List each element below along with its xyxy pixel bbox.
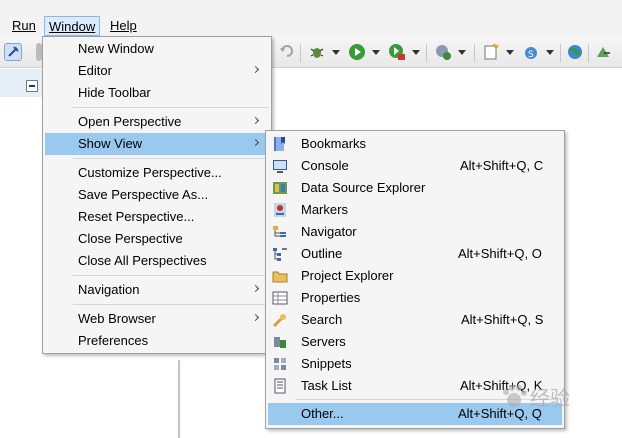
- view-item-navigator[interactable]: Navigator: [268, 221, 562, 243]
- menu-separator: [73, 107, 269, 108]
- toolbar-separator: [474, 44, 475, 62]
- menu-item-customize-perspective[interactable]: Customize Perspective...: [45, 162, 269, 184]
- chevron-right-icon: [251, 313, 260, 322]
- task-list-icon: [274, 378, 286, 394]
- menu-separator: [73, 304, 269, 305]
- search-icon: [272, 314, 286, 328]
- menu-item-new-window[interactable]: New Window: [45, 38, 269, 60]
- globe-icon[interactable]: [566, 43, 584, 61]
- view-item-bookmarks[interactable]: Bookmarks: [268, 133, 562, 155]
- menu-run[interactable]: Run: [8, 16, 40, 36]
- menu-window[interactable]: Window: [44, 16, 101, 36]
- run-dropdown-icon[interactable]: [372, 50, 380, 55]
- menu-bar: Run Window Help: [0, 0, 622, 36]
- run-external-dropdown-icon[interactable]: [412, 50, 420, 55]
- view-item-console[interactable]: Console Alt+Shift+Q, C: [268, 155, 562, 177]
- snippets-icon: [274, 358, 286, 370]
- view-item-servers[interactable]: Servers: [268, 331, 562, 353]
- watermark-text: 经验: [530, 386, 570, 410]
- servers-icon: [274, 337, 286, 348]
- paw-icon: [503, 385, 527, 407]
- menu-item-navigation[interactable]: Navigation: [45, 279, 269, 301]
- markers-icon: [274, 203, 286, 217]
- menu-item-close-perspective[interactable]: Close Perspective: [45, 228, 269, 250]
- toolbar-separator: [426, 44, 427, 62]
- menu-separator: [73, 275, 269, 276]
- view-item-outline[interactable]: Outline Alt+Shift+Q, O: [268, 243, 562, 265]
- pin-icon[interactable]: [4, 43, 22, 61]
- run-external-icon[interactable]: [388, 43, 406, 61]
- new-class-icon[interactable]: S: [522, 43, 540, 61]
- view-item-snippets[interactable]: Snippets: [268, 353, 562, 375]
- server-icon[interactable]: [434, 43, 452, 61]
- perspective-icon[interactable]: [594, 43, 612, 61]
- debug-icon[interactable]: [308, 43, 326, 61]
- watermark-logo: 经验: [500, 380, 612, 420]
- menu-item-preferences[interactable]: Preferences: [45, 330, 269, 352]
- svg-text:S: S: [528, 50, 534, 60]
- properties-icon: [272, 291, 288, 305]
- toolbar-separator: [588, 44, 589, 62]
- menu-item-reset-perspective[interactable]: Reset Perspective...: [45, 206, 269, 228]
- new-file-dropdown-icon[interactable]: [506, 50, 514, 55]
- chevron-right-icon: [251, 138, 260, 147]
- console-icon: [273, 160, 287, 173]
- menu-item-web-browser[interactable]: Web Browser: [45, 308, 269, 330]
- chevron-right-icon: [251, 65, 260, 74]
- navigator-icon: [273, 226, 286, 237]
- menu-item-close-all-perspectives[interactable]: Close All Perspectives: [45, 250, 269, 272]
- view-item-search[interactable]: Search Alt+Shift+Q, S: [268, 309, 562, 331]
- chevron-right-icon: [251, 116, 260, 125]
- menu-help[interactable]: Help: [106, 16, 141, 36]
- view-item-markers[interactable]: Markers: [268, 199, 562, 221]
- toolbar-separator: [560, 44, 561, 62]
- run-icon[interactable]: [348, 43, 366, 61]
- window-menu: New Window Editor Hide Toolbar Open Pers…: [42, 36, 272, 354]
- debug-dropdown-icon[interactable]: [332, 50, 340, 55]
- menu-item-show-view[interactable]: Show View: [45, 133, 269, 155]
- new-class-dropdown-icon[interactable]: [546, 50, 554, 55]
- view-item-properties[interactable]: Properties: [268, 287, 562, 309]
- menu-separator: [73, 158, 269, 159]
- chevron-right-icon: [251, 284, 260, 293]
- menu-item-hide-toolbar[interactable]: Hide Toolbar: [45, 82, 269, 104]
- view-item-project-explorer[interactable]: Project Explorer: [268, 265, 562, 287]
- bookmarks-icon: [274, 137, 285, 151]
- menu-item-open-perspective[interactable]: Open Perspective: [45, 111, 269, 133]
- menu-item-editor[interactable]: Editor: [45, 60, 269, 82]
- server-dropdown-icon[interactable]: [458, 50, 466, 55]
- view-item-data-source-explorer[interactable]: Data Source Explorer: [268, 177, 562, 199]
- menu-item-save-perspective-as[interactable]: Save Perspective As...: [45, 184, 269, 206]
- toolbar-separator: [300, 44, 301, 62]
- data-source-explorer-icon: [273, 182, 287, 194]
- collapse-icon[interactable]: [26, 80, 38, 92]
- project-explorer-icon: [272, 271, 288, 283]
- outline-icon: [273, 248, 287, 261]
- new-file-icon[interactable]: [482, 43, 500, 61]
- undo-icon[interactable]: [278, 43, 296, 61]
- panel-divider: [178, 360, 180, 438]
